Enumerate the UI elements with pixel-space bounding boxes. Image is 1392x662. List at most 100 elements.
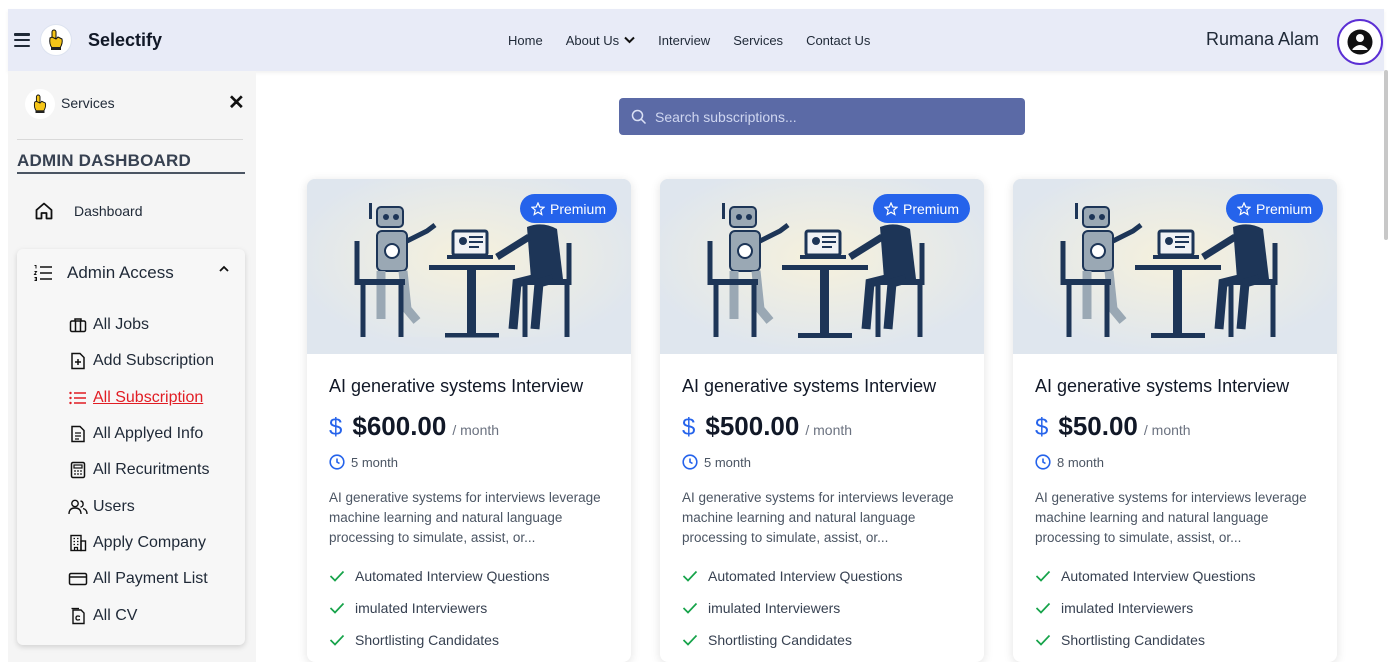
sidebar-item-users[interactable]: Users	[68, 488, 214, 524]
calculator-icon	[68, 461, 88, 479]
badge-label: Premium	[1255, 200, 1312, 217]
check-icon	[682, 602, 698, 614]
nav-contact-us[interactable]: Contact Us	[806, 33, 870, 48]
price-amount: $500.00	[705, 411, 800, 441]
star-icon	[1236, 201, 1251, 216]
sidebar-item-label: All Recuritments	[93, 461, 210, 479]
duration: 8 month	[1035, 454, 1315, 470]
feature-text: imulated Interviewers	[1061, 600, 1194, 616]
feature-item: imulated Interviewers	[682, 592, 962, 624]
card-title: AI generative systems Interview	[329, 376, 584, 396]
building-icon	[68, 534, 88, 552]
price-period: / month	[805, 422, 853, 438]
card-description: AI generative systems for interviews lev…	[682, 490, 954, 545]
check-icon	[329, 570, 345, 582]
duration-text: 5 month	[704, 454, 751, 470]
feature-list: Automated Interview Questions imulated I…	[1035, 560, 1315, 656]
sidebar-item-all-recuritments[interactable]: All Recuritments	[68, 452, 214, 488]
sidebar-item-apply-company[interactable]: Apply Company	[68, 525, 214, 561]
sidebar-item-all-subscription[interactable]: All Subscription	[68, 380, 214, 416]
nav-about-us[interactable]: About Us	[566, 33, 635, 48]
sidebar-divider	[17, 139, 243, 140]
chevron-up-icon	[219, 265, 229, 272]
price-period: / month	[452, 422, 500, 438]
check-icon	[329, 602, 345, 614]
sidebar-item-all-payment-list[interactable]: All Payment List	[68, 561, 214, 597]
star-icon	[883, 201, 898, 216]
star-icon	[530, 201, 545, 216]
premium-badge: Premium	[1225, 194, 1323, 223]
sidebar-item-all-cv[interactable]: All CV	[68, 597, 214, 633]
sidebar-item-label: Add Subscription	[93, 352, 214, 370]
feature-text: Shortlisting Candidates	[708, 632, 852, 648]
price-row: $ $500.00 / month	[682, 411, 962, 442]
price-row: $ $50.00 / month	[1035, 411, 1315, 442]
user-avatar-icon[interactable]	[1337, 19, 1383, 65]
brand-name[interactable]: Selectify	[88, 30, 162, 51]
premium-badge: Premium	[519, 194, 617, 223]
document-icon	[68, 425, 88, 443]
check-icon	[1035, 602, 1051, 614]
subscription-card[interactable]: Premium AI generative systems Interview …	[307, 179, 631, 662]
premium-badge: Premium	[872, 194, 970, 223]
sidebar-item-label: All Applyed Info	[93, 425, 204, 443]
feature-text: imulated Interviewers	[708, 600, 841, 616]
feature-text: Automated Interview Questions	[708, 568, 903, 584]
clock-icon	[1035, 454, 1051, 470]
card-illustration: Premium	[1013, 179, 1337, 354]
card-body: AI generative systems Interview $ $500.0…	[660, 354, 984, 656]
sidebar-item-all-jobs[interactable]: All Jobs	[68, 307, 214, 343]
check-icon	[682, 634, 698, 646]
hamburger-menu-icon[interactable]	[14, 33, 30, 47]
nav-label: About Us	[565, 32, 620, 48]
subscription-card[interactable]: Premium AI generative systems Interview …	[660, 179, 984, 662]
badge-label: Premium	[902, 200, 959, 217]
brand-logo-icon[interactable]	[40, 24, 72, 56]
feature-item: imulated Interviewers	[329, 592, 609, 624]
feature-item: Automated Interview Questions	[329, 560, 609, 592]
sidebar-item-all-applyed-info[interactable]: All Applyed Info	[68, 416, 214, 452]
page-scrollbar[interactable]	[1384, 70, 1388, 240]
sidebar-logo-icon	[25, 89, 55, 119]
sidebar-item-add-subscription[interactable]: Add Subscription	[68, 343, 214, 379]
nav-label: Home	[508, 32, 543, 48]
check-icon	[682, 570, 698, 582]
duration: 5 month	[329, 454, 609, 470]
feature-item: imulated Interviewers	[1035, 592, 1315, 624]
file-plus-icon	[68, 352, 88, 370]
sidebar-item-dashboard[interactable]: Dashboard	[34, 201, 143, 221]
admin-access-panel: Admin Access All Jobs Add Subscription A…	[17, 249, 245, 645]
search-input[interactable]	[655, 108, 1015, 125]
card-illustration: Premium	[307, 179, 631, 354]
currency-symbol: $	[329, 414, 343, 441]
currency-symbol: $	[682, 414, 696, 441]
price-row: $ $600.00 / month	[329, 411, 609, 442]
chevron-down-icon	[624, 36, 635, 44]
nav-interview[interactable]: Interview	[658, 33, 710, 48]
credit-card-icon	[68, 572, 88, 586]
subscription-card[interactable]: Premium AI generative systems Interview …	[1013, 179, 1337, 662]
duration-text: 5 month	[351, 454, 398, 470]
sidebar-item-label: All CV	[93, 606, 138, 624]
admin-access-toggle[interactable]: Admin Access	[33, 263, 229, 283]
price-period: / month	[1143, 422, 1191, 438]
admin-dashboard-heading: ADMIN DASHBOARD	[17, 151, 191, 170]
card-description: AI generative systems for interviews lev…	[329, 490, 601, 545]
home-icon	[35, 202, 53, 220]
cv-file-icon	[68, 607, 88, 625]
card-body: AI generative systems Interview $ $600.0…	[307, 354, 631, 656]
feature-item: Automated Interview Questions	[682, 560, 962, 592]
clock-icon	[682, 454, 698, 470]
briefcase-icon	[68, 317, 88, 333]
card-description: AI generative systems for interviews lev…	[1035, 490, 1307, 545]
nav-services[interactable]: Services	[733, 33, 783, 48]
close-icon[interactable]: ✕	[228, 93, 245, 113]
heading-underline	[17, 172, 245, 174]
sidebar-item-label: Apply Company	[93, 533, 206, 551]
duration: 5 month	[682, 454, 962, 470]
feature-text: imulated Interviewers	[355, 600, 488, 616]
nav-label: Services	[733, 32, 784, 48]
clock-icon	[329, 454, 345, 470]
nav-home[interactable]: Home	[508, 33, 543, 48]
feature-list: Automated Interview Questions imulated I…	[329, 560, 609, 656]
